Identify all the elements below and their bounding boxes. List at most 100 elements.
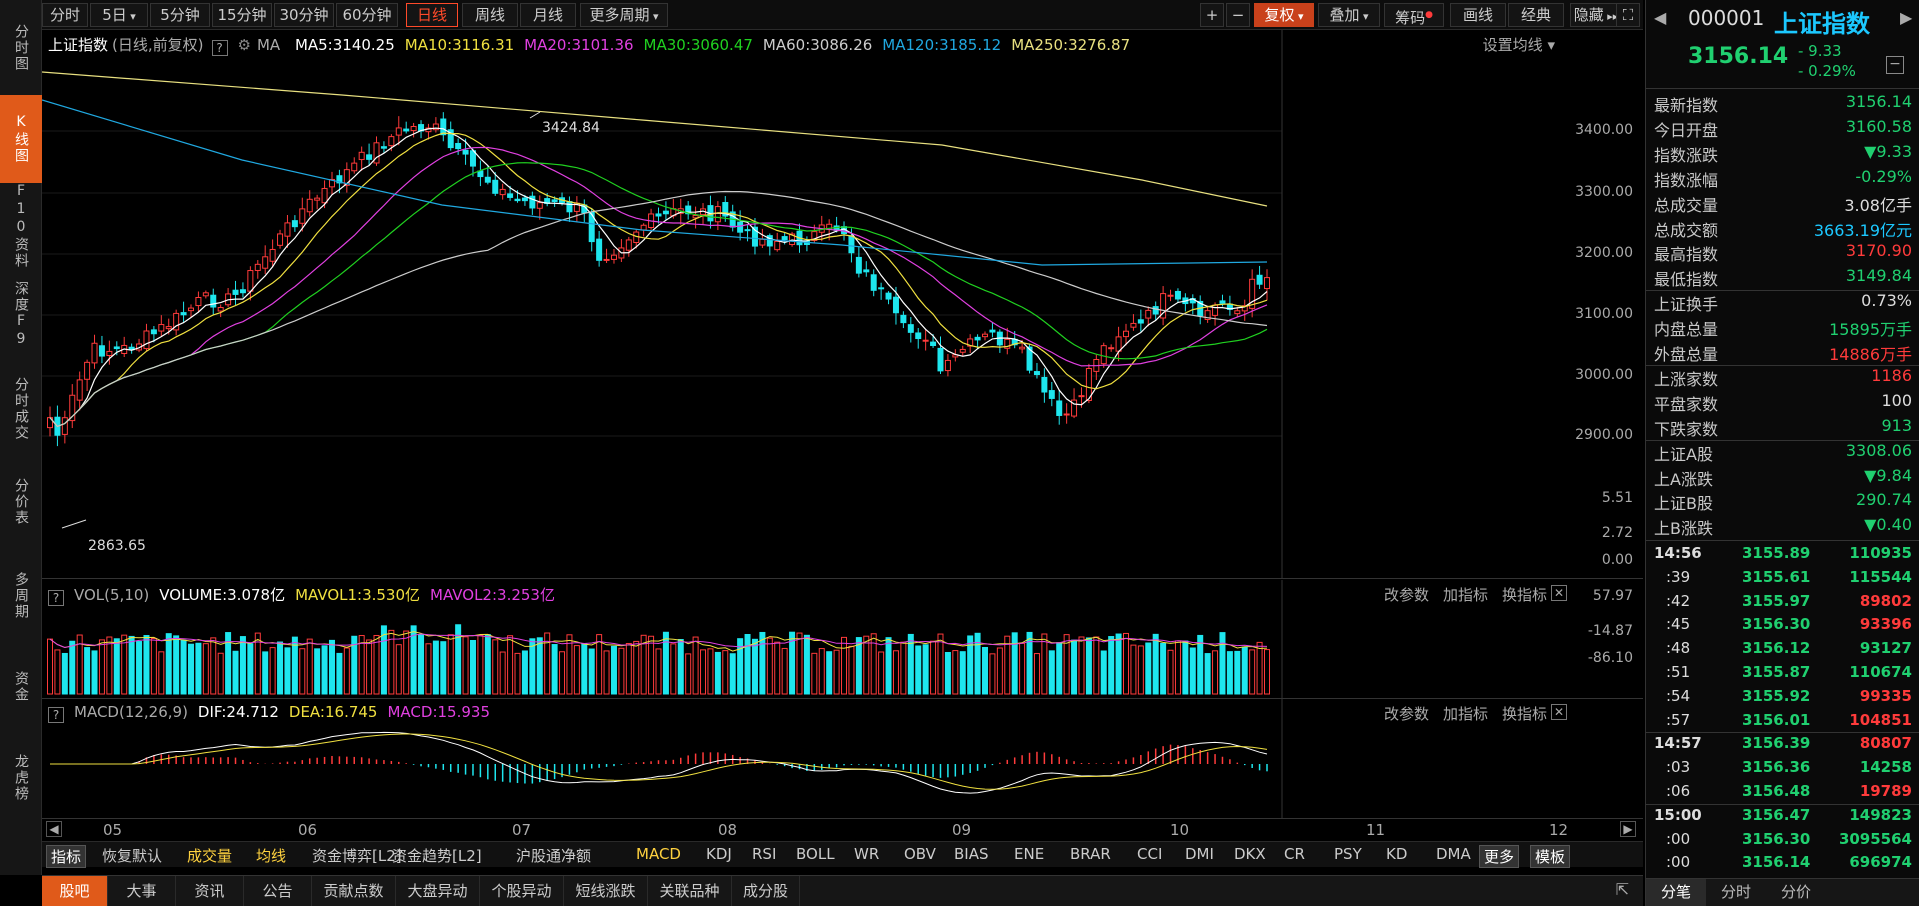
indicator-9[interactable]: RSI [752,845,776,863]
indicator-10[interactable]: BOLL [796,845,835,863]
indicator-17[interactable]: DMI [1185,845,1214,863]
macd-edit-params[interactable]: 改参数 [1384,705,1429,723]
period-button-8[interactable]: 月线 [520,3,576,27]
indicator-16[interactable]: CCI [1137,845,1162,863]
macd-add-indicator[interactable]: 加指标 [1443,705,1488,723]
sidebar-tab-2[interactable]: 分价 [1766,879,1826,906]
macd-help-icon[interactable]: ? [48,707,64,723]
period-button-3[interactable]: 15分钟 [212,3,272,27]
vol-add-indicator[interactable]: 加指标 [1443,586,1488,604]
zoom-out-icon[interactable]: − [1226,3,1250,27]
stat-label: 总成交额 [1654,220,1719,240]
bottom-tab-5[interactable]: 大盘异动 [396,876,480,906]
indicator-22[interactable]: DMA [1436,845,1471,863]
bottom-tab-7[interactable]: 短线涨跌 [564,876,648,906]
bottom-tab-1[interactable]: 大事 [108,876,176,906]
indicator-20[interactable]: PSY [1334,845,1362,863]
kline-panel[interactable]: 上证指数 (日线,前复权)? ⚙ MA MA5:3140.25 MA10:3116.31… [42,30,1643,578]
leftnav-item-5[interactable]: 分价表 [0,458,42,546]
indicator-6[interactable]: 沪股通净额 [516,845,591,866]
macd-panel[interactable]: ? MACD(12,26,9) DIF:24.712 DEA:16.745 MACD:1… [42,588,1643,819]
indicator-23[interactable]: 更多 [1479,845,1520,868]
indicator-21[interactable]: KD [1386,845,1407,863]
period-button-5[interactable]: 60分钟 [336,3,398,27]
toolbar-button-5[interactable]: 隐藏 ▸▸ [1570,3,1622,27]
fullscreen-icon[interactable]: ⛶ [1616,3,1640,27]
prev-stock-icon[interactable]: ◀ [1654,8,1666,27]
period-button-9[interactable]: 更多周期 ▾ [580,3,668,27]
indicator-24[interactable]: 模板 [1530,845,1571,868]
leftnav-item-1[interactable]: K线图 [0,95,42,183]
help-icon[interactable]: ? [211,40,228,56]
scroll-right-icon[interactable]: ▶ [1620,821,1636,837]
indicator-8[interactable]: KDJ [706,845,732,863]
gear-icon[interactable]: ⚙ [238,36,251,54]
bottom-tab-9[interactable]: 成分股 [732,876,800,906]
indicator-5[interactable]: 资金趋势[L2] [392,845,482,866]
kline-canvas[interactable] [42,30,1643,578]
toolbar-button-4[interactable]: 经典 [1508,3,1564,27]
expand-panel-icon[interactable]: ⇱ [1616,880,1629,899]
period-button-6[interactable]: 日线 [406,3,458,27]
collapse-icon[interactable]: − [1886,56,1904,74]
leftnav-item-6[interactable]: 多周期 [0,546,42,646]
bottom-tab-3[interactable]: 公告 [244,876,312,906]
sidebar-tab-0[interactable]: 分笔 [1646,879,1706,906]
toolbar-button-0[interactable]: 复权 ▾ [1254,3,1314,27]
leftnav-item-4[interactable]: 分时成交 [0,360,42,458]
candle-body [655,213,662,217]
period-button-4[interactable]: 30分钟 [274,3,334,27]
toolbar-button-1[interactable]: 叠加 ▾ [1318,3,1380,27]
vol-switch-indicator[interactable]: 换指标 [1502,586,1547,604]
indicator-13[interactable]: BIAS [954,845,989,863]
bottom-tab-8[interactable]: 关联品种 [648,876,732,906]
period-button-1[interactable]: 5日 ▾ [90,3,148,27]
sidebar-tab-1[interactable]: 分时 [1706,879,1766,906]
macd-switch-indicator[interactable]: 换指标 [1502,705,1547,723]
toolbar-button-2[interactable]: 筹码● [1384,3,1444,27]
period-button-0[interactable]: 分时 [42,3,88,27]
next-stock-icon[interactable]: ▶ [1900,8,1912,27]
period-button-7[interactable]: 周线 [462,3,518,27]
indicator-3[interactable]: 均线 [256,845,286,866]
leftnav-item-3[interactable]: 深度F9 [0,270,42,360]
zoom-in-icon[interactable]: + [1200,3,1224,27]
panel-close-icon[interactable]: ✕ [1551,585,1567,601]
bottom-tab-4[interactable]: 贡献点数 [312,876,396,906]
indicator-14[interactable]: ENE [1014,845,1044,863]
stat-row: 上A涨跌 ▼9.84 [1654,466,1912,491]
set-ma-button[interactable]: 设置均线 ▾ [1483,34,1555,55]
leftnav-item-0[interactable]: 分时图 [0,0,42,95]
volume-panel[interactable]: ? VOL(5,10) VOLUME:3.078亿 MAVOL1:3.530亿 MAVO… [42,490,1643,698]
period-button-2[interactable]: 5分钟 [150,3,210,27]
indicator-0[interactable]: 指标 [46,845,87,868]
vol-edit-params[interactable]: 改参数 [1384,586,1429,604]
stat-row: 指数涨跌 ▼9.33 [1654,142,1912,167]
bottom-tab-0[interactable]: 股吧 [42,876,108,906]
scroll-left-icon[interactable]: ◀ [46,821,62,837]
bottom-tab-2[interactable]: 资讯 [176,876,244,906]
leftnav-item-2[interactable]: F10资料 [0,182,42,270]
indicator-12[interactable]: OBV [904,845,936,863]
toolbar-button-label: 叠加 [1329,6,1360,24]
toolbar-button-3[interactable]: 画线 [1450,3,1506,27]
candle-body [410,125,417,132]
leftnav-item-7[interactable]: 资金 [0,646,42,728]
vol-help-icon[interactable]: ? [48,590,64,606]
indicator-2[interactable]: 成交量 [187,845,232,866]
candle-body [499,188,506,196]
indicator-19[interactable]: CR [1284,845,1305,863]
tick-row: :03 3156.36 14258 [1654,758,1912,781]
panel-close-icon[interactable]: ✕ [1551,704,1567,720]
period-label: 60分钟 [342,6,392,24]
leftnav-item-8[interactable]: 龙虎榜 [0,728,42,828]
candle-body [959,348,966,353]
indicator-7[interactable]: MACD [636,845,681,863]
indicator-11[interactable]: WR [854,845,879,863]
indicator-1[interactable]: 恢复默认 [102,845,162,866]
bottom-tab-6[interactable]: 个股异动 [480,876,564,906]
volume-bar [573,645,580,695]
indicator-4[interactable]: 资金博弈[L2] [312,845,402,866]
indicator-18[interactable]: DKX [1234,845,1266,863]
indicator-15[interactable]: BRAR [1070,845,1111,863]
